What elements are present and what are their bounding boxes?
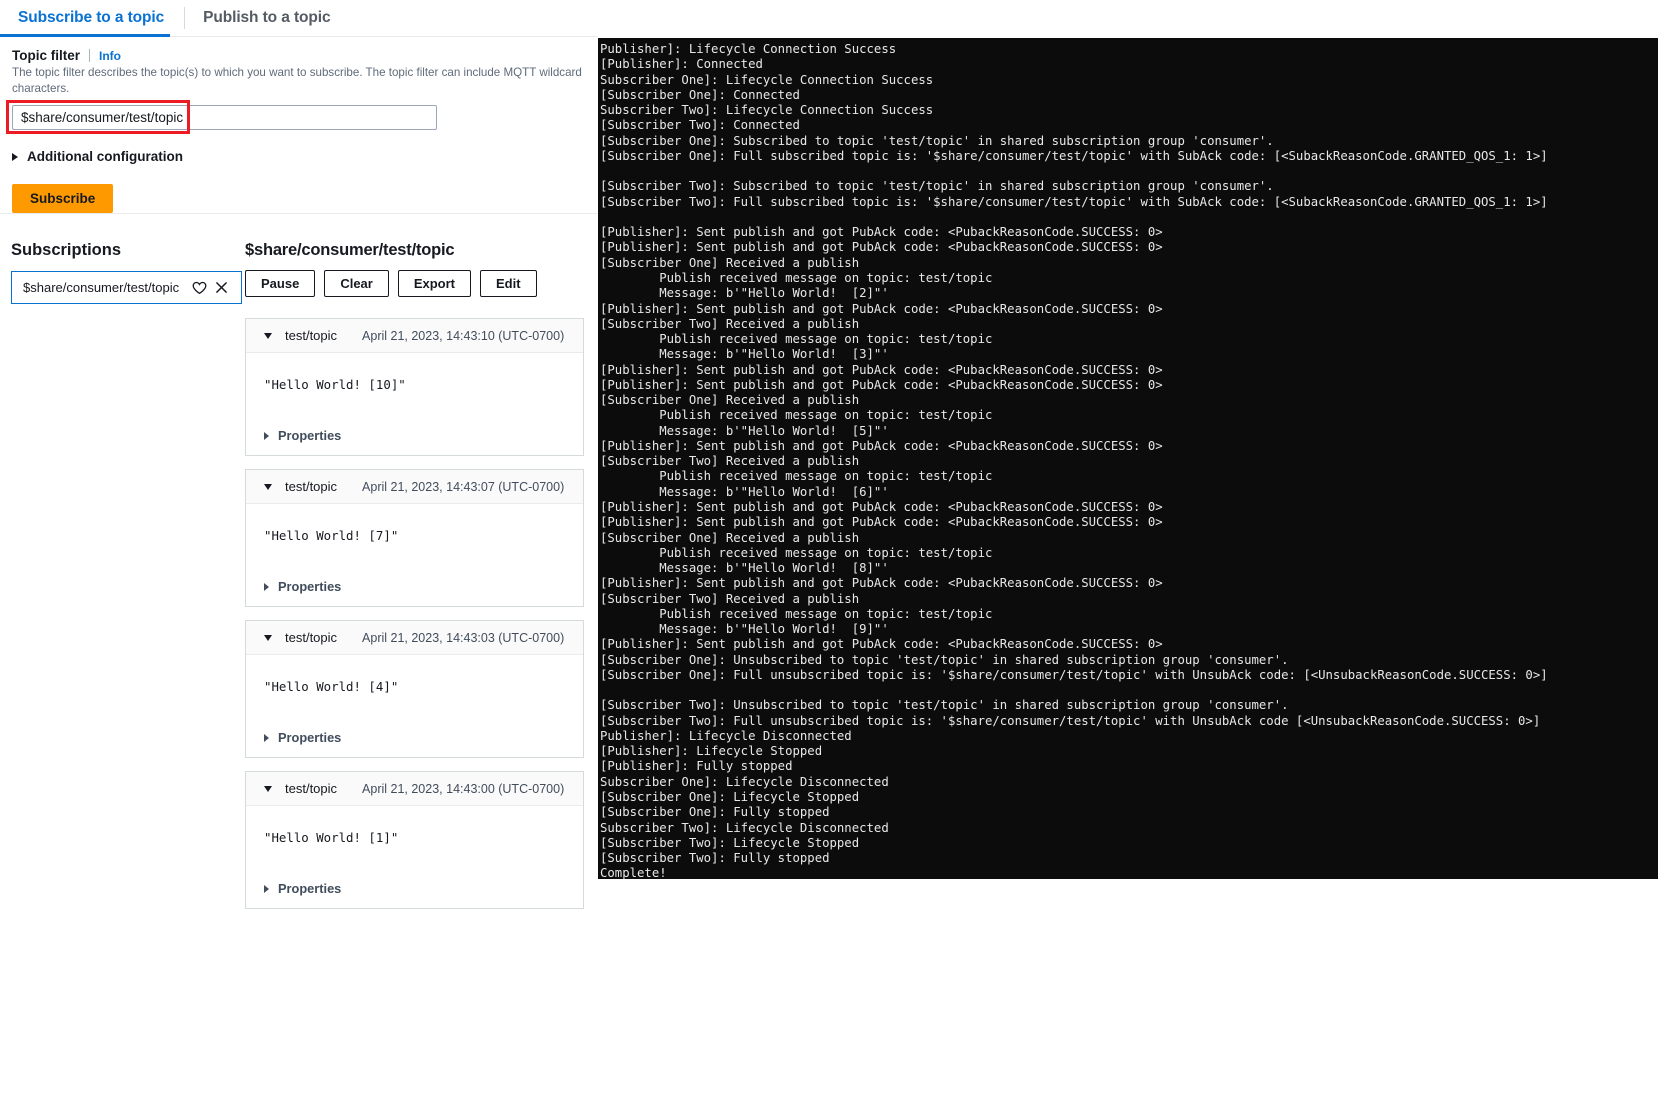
message-topic: test/topic xyxy=(285,630,337,645)
message-card-header[interactable]: test/topic April 21, 2023, 14:43:10 (UTC-… xyxy=(246,319,583,353)
topic-filter-input[interactable] xyxy=(12,105,437,130)
chevron-down-icon[interactable] xyxy=(264,484,272,490)
export-button[interactable]: Export xyxy=(398,270,471,297)
message-payload: "Hello World! [4]" xyxy=(264,679,565,694)
message-timestamp: April 21, 2023, 14:43:03 (UTC-0700) xyxy=(362,631,564,645)
tab-bar: Subscribe to a topic Publish to a topic xyxy=(0,0,597,37)
subscribe-form: Topic filter Info The topic filter descr… xyxy=(0,37,597,213)
message-card-header[interactable]: test/topic April 21, 2023, 14:43:07 (UTC-… xyxy=(246,470,583,504)
topic-filter-label: Topic filter xyxy=(12,48,80,63)
mqtt-test-client-pane: Subscribe to a topic Publish to a topic … xyxy=(0,0,597,1095)
chevron-down-icon[interactable] xyxy=(264,635,272,641)
message-card-header[interactable]: test/topic April 21, 2023, 14:43:00 (UTC-… xyxy=(246,772,583,806)
tab-publish-label: Publish to a topic xyxy=(189,9,330,27)
subscriptions-title: Subscriptions xyxy=(11,241,232,260)
message-body: "Hello World! [1]" Properties xyxy=(246,806,583,908)
subscribe-button[interactable]: Subscribe xyxy=(12,184,113,213)
topic-filter-label-row: Topic filter Info xyxy=(12,48,585,63)
chevron-right-icon xyxy=(12,153,18,161)
messages-list: test/topic April 21, 2023, 14:43:10 (UTC-… xyxy=(245,318,584,909)
chevron-right-icon xyxy=(264,432,269,440)
subscriptions-list: $share/consumer/test/topic xyxy=(11,271,232,304)
message-topic: test/topic xyxy=(285,328,337,343)
terminal-log-text: Publisher]: Lifecycle Connection Success… xyxy=(598,38,1658,879)
tab-publish-to-a-topic[interactable]: Publish to a topic xyxy=(185,0,350,36)
message-properties-toggle[interactable]: Properties xyxy=(264,730,565,745)
info-link[interactable]: Info xyxy=(99,49,121,63)
chevron-right-icon xyxy=(264,885,269,893)
message-timestamp: April 21, 2023, 14:43:10 (UTC-0700) xyxy=(362,329,564,343)
close-icon[interactable] xyxy=(210,281,232,294)
subscription-item[interactable]: $share/consumer/test/topic xyxy=(11,271,242,304)
message-properties-label: Properties xyxy=(278,579,341,594)
message-properties-toggle[interactable]: Properties xyxy=(264,579,565,594)
message-properties-toggle[interactable]: Properties xyxy=(264,428,565,443)
edit-button[interactable]: Edit xyxy=(480,270,537,297)
chevron-right-icon xyxy=(264,734,269,742)
message-timestamp: April 21, 2023, 14:43:07 (UTC-0700) xyxy=(362,480,564,494)
heart-icon[interactable] xyxy=(188,281,210,295)
terminal-output-pane[interactable]: Publisher]: Lifecycle Connection Success… xyxy=(598,38,1658,879)
chevron-down-icon[interactable] xyxy=(264,786,272,792)
topic-filter-input-wrapper xyxy=(12,105,437,130)
message-card-header[interactable]: test/topic April 21, 2023, 14:43:03 (UTC-… xyxy=(246,621,583,655)
tab-subscribe-to-a-topic[interactable]: Subscribe to a topic xyxy=(0,0,184,36)
messages-toolbar: Pause Clear Export Edit xyxy=(245,270,597,297)
subscription-item-label: $share/consumer/test/topic xyxy=(23,280,188,295)
subscriptions-sidebar: Subscriptions $share/consumer/test/topic xyxy=(0,228,232,922)
message-card: test/topic April 21, 2023, 14:43:10 (UTC-… xyxy=(245,318,584,456)
pause-button[interactable]: Pause xyxy=(245,270,315,297)
chevron-down-icon[interactable] xyxy=(264,333,272,339)
message-properties-label: Properties xyxy=(278,881,341,896)
additional-configuration-label: Additional configuration xyxy=(27,149,183,164)
message-payload: "Hello World! [7]" xyxy=(264,528,565,543)
message-topic: test/topic xyxy=(285,781,337,796)
messages-panel: $share/consumer/test/topic Pause Clear E… xyxy=(232,228,597,922)
message-body: "Hello World! [4]" Properties xyxy=(246,655,583,757)
app-root: Subscribe to a topic Publish to a topic … xyxy=(0,0,1658,1095)
message-properties-label: Properties xyxy=(278,730,341,745)
message-body: "Hello World! [7]" Properties xyxy=(246,504,583,606)
label-divider xyxy=(89,49,90,62)
additional-configuration-toggle[interactable]: Additional configuration xyxy=(12,149,585,164)
messages-panel-title: $share/consumer/test/topic xyxy=(245,241,597,260)
section-divider xyxy=(0,213,597,214)
tab-subscribe-label: Subscribe to a topic xyxy=(4,9,164,27)
message-card: test/topic April 21, 2023, 14:43:07 (UTC-… xyxy=(245,469,584,607)
message-body: "Hello World! [10]" Properties xyxy=(246,353,583,455)
chevron-right-icon xyxy=(264,583,269,591)
clear-button[interactable]: Clear xyxy=(324,270,389,297)
message-topic: test/topic xyxy=(285,479,337,494)
message-card: test/topic April 21, 2023, 14:43:00 (UTC-… xyxy=(245,771,584,909)
message-properties-label: Properties xyxy=(278,428,341,443)
message-card: test/topic April 21, 2023, 14:43:03 (UTC-… xyxy=(245,620,584,758)
subscriptions-columns: Subscriptions $share/consumer/test/topic xyxy=(0,228,597,922)
message-timestamp: April 21, 2023, 14:43:00 (UTC-0700) xyxy=(362,782,564,796)
topic-filter-description: The topic filter describes the topic(s) … xyxy=(12,65,585,96)
message-payload: "Hello World! [1]" xyxy=(264,830,565,845)
message-payload: "Hello World! [10]" xyxy=(264,377,565,392)
subscriptions-section: Subscriptions $share/consumer/test/topic xyxy=(0,228,597,1095)
message-properties-toggle[interactable]: Properties xyxy=(264,881,565,896)
